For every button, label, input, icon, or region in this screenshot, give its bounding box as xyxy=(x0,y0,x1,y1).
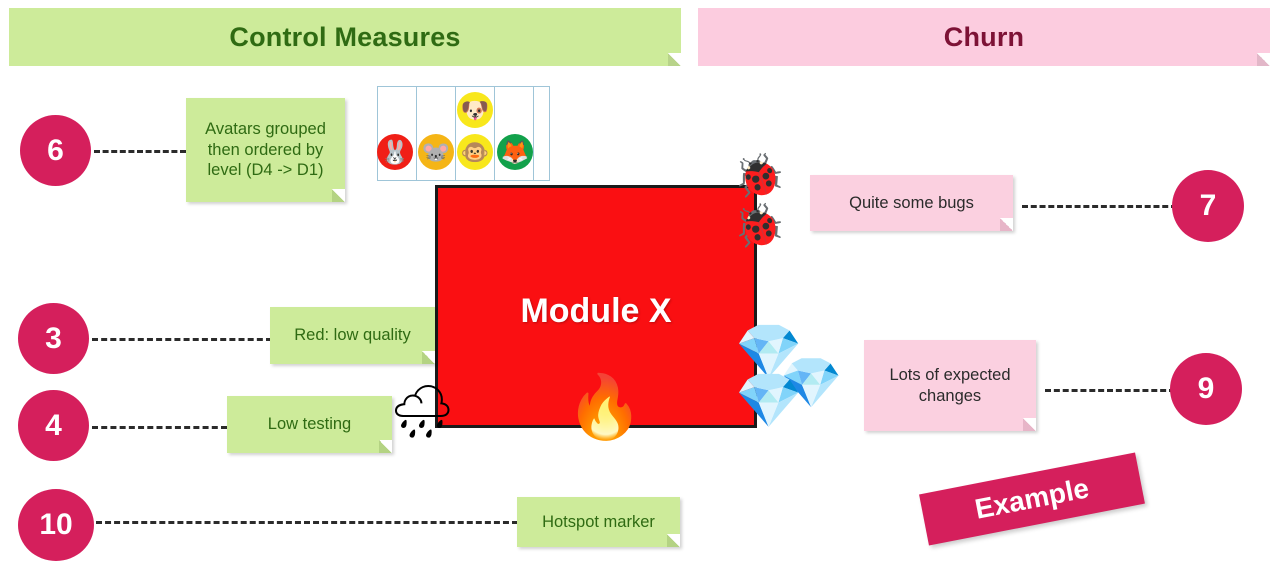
header-control-measures: Control Measures xyxy=(9,8,681,66)
bug-glyph: 🐞 xyxy=(733,151,786,200)
fire-glyph: 🔥 xyxy=(566,370,644,443)
bug-glyph: 🐞 xyxy=(733,201,786,250)
note-quite-some-bugs-text: Quite some bugs xyxy=(849,193,974,212)
note-low-testing: Low testing xyxy=(227,396,392,453)
bullet-4[interactable]: 4 xyxy=(18,390,89,461)
monkey-avatar[interactable]: 🐵 xyxy=(457,134,493,170)
corner-fold-icon xyxy=(1257,53,1270,66)
connector-7 xyxy=(1022,205,1177,208)
grid-line-col xyxy=(416,86,417,181)
rabbit-icon: 🐰 xyxy=(380,138,410,165)
bullet-6[interactable]: 6 xyxy=(20,115,91,186)
gem-icon: 💎 xyxy=(735,374,802,428)
dog-icon: 🐶 xyxy=(460,96,490,123)
grid-line-col xyxy=(549,86,550,181)
header-control-measures-label: Control Measures xyxy=(229,21,461,52)
bug-icon: 🐞 xyxy=(733,155,785,197)
bullet-10[interactable]: 10 xyxy=(18,489,94,561)
note-red-low-quality: Red: low quality xyxy=(270,307,435,364)
note-quite-some-bugs: Quite some bugs xyxy=(810,175,1013,231)
bullet-9[interactable]: 9 xyxy=(1170,353,1242,425)
grid-line-top xyxy=(377,86,549,87)
rain-cloud-icon: 🌧 xyxy=(389,386,455,438)
bullet-3-number: 3 xyxy=(45,321,62,355)
gem-glyph: 💎 xyxy=(735,369,803,432)
example-stamp: Example xyxy=(919,452,1145,546)
example-stamp-label: Example xyxy=(972,472,1092,525)
slide-canvas: Control Measures Churn 6 Avatars grouped… xyxy=(0,0,1280,577)
grid-line-col xyxy=(455,86,456,181)
note-low-testing-text: Low testing xyxy=(267,415,352,434)
module-x-label: Module X xyxy=(520,292,672,330)
grid-line-col xyxy=(494,86,495,181)
corner-fold-icon xyxy=(422,351,435,364)
note-hotspot-marker: Hotspot marker xyxy=(517,497,680,547)
rabbit-avatar[interactable]: 🐰 xyxy=(377,134,413,170)
bullet-7[interactable]: 7 xyxy=(1172,170,1244,242)
header-churn: Churn xyxy=(698,8,1270,66)
connector-4 xyxy=(92,426,227,429)
bullet-7-number: 7 xyxy=(1199,189,1217,222)
rain-cloud-glyph: 🌧 xyxy=(389,382,456,442)
mouse-icon: 🐭 xyxy=(421,138,451,165)
monkey-icon: 🐵 xyxy=(460,138,490,165)
corner-fold-icon xyxy=(332,189,345,202)
bullet-6-number: 6 xyxy=(47,133,64,167)
corner-fold-icon xyxy=(668,53,681,66)
bullet-3[interactable]: 3 xyxy=(18,303,89,374)
note-hotspot-marker-text: Hotspot marker xyxy=(542,512,655,531)
corner-fold-icon xyxy=(667,534,680,547)
connector-3 xyxy=(92,338,272,341)
corner-fold-icon xyxy=(1000,218,1013,231)
note-lots-of-changes: Lots of expected changes xyxy=(864,340,1036,431)
note-avatars-grouped: Avatars grouped then ordered by level (D… xyxy=(186,98,345,202)
avatar-grid: 🐰 🐭 🐶 🐵 🦊 xyxy=(377,86,550,181)
note-lots-of-changes-text: Lots of expected changes xyxy=(889,365,1011,405)
connector-6 xyxy=(94,150,186,153)
fox-avatar[interactable]: 🦊 xyxy=(497,134,533,170)
bullet-4-number: 4 xyxy=(45,408,62,442)
grid-line-col xyxy=(377,86,378,181)
corner-fold-icon xyxy=(1023,418,1036,431)
note-red-low-quality-text: Red: low quality xyxy=(294,326,411,345)
grid-line-col xyxy=(533,86,534,181)
bullet-9-number: 9 xyxy=(1197,372,1215,405)
grid-line-bottom xyxy=(377,180,549,181)
dog-avatar[interactable]: 🐶 xyxy=(457,92,493,128)
mouse-avatar[interactable]: 🐭 xyxy=(418,134,454,170)
bug-icon: 🐞 xyxy=(733,205,785,247)
bullet-10-number: 10 xyxy=(39,508,73,541)
note-avatars-grouped-text: Avatars grouped then ordered by level (D… xyxy=(205,120,326,180)
fox-icon: 🦊 xyxy=(500,138,530,165)
connector-10 xyxy=(96,521,518,524)
connector-9 xyxy=(1045,389,1175,392)
header-churn-label: Churn xyxy=(943,21,1025,52)
fire-icon: 🔥 xyxy=(566,376,643,438)
